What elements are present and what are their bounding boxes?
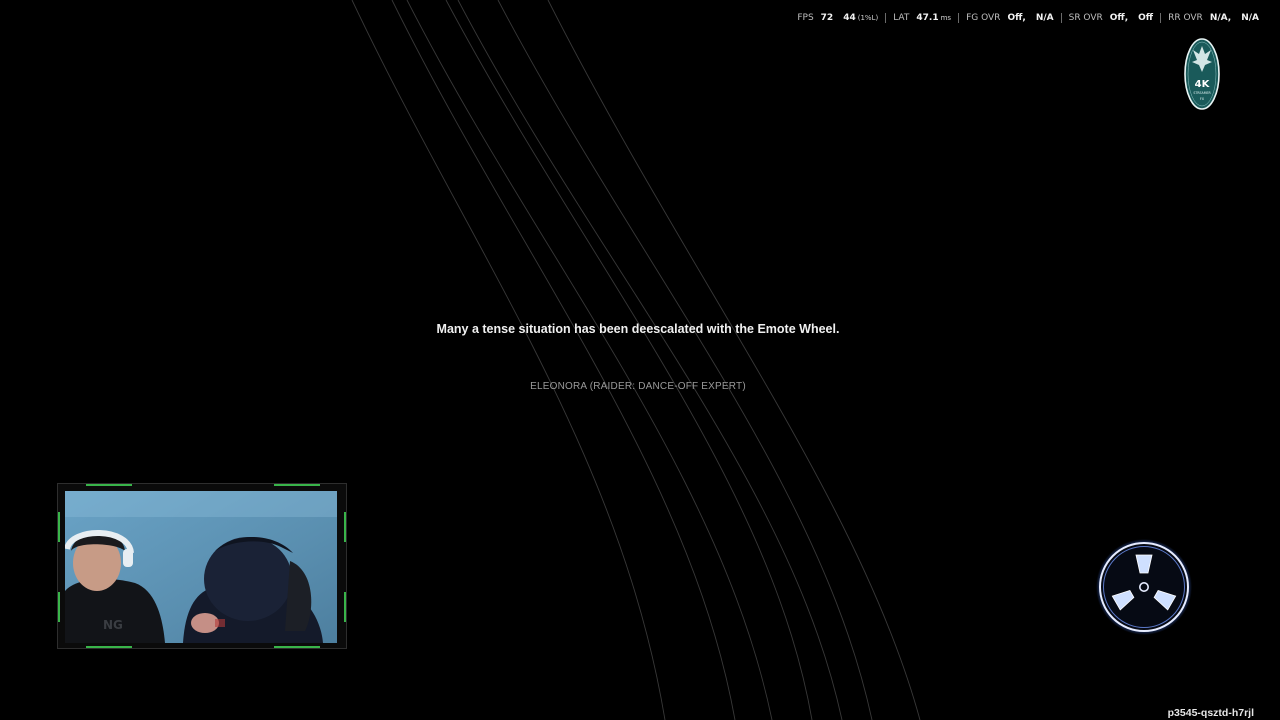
- shirt-text: NG: [103, 618, 123, 632]
- session-id: p3545-qsztd-h7rjl: [1167, 707, 1254, 719]
- frame-gen-readout: FG OVR Off, N/A: [958, 13, 1061, 23]
- webcam-frame-accent: [86, 646, 132, 648]
- webcam-frame-accent: [344, 592, 346, 622]
- latency-label: LAT: [893, 13, 910, 23]
- webcam-frame-accent: [274, 484, 320, 486]
- performance-overlay: FPS 72 44 (1%L) LAT 47.1 ms FG OVR Off, …: [790, 13, 1266, 23]
- frame-gen-label: FG OVR: [966, 13, 1001, 23]
- background-line: [406, 0, 773, 720]
- super-res-value-a: Off,: [1109, 13, 1129, 23]
- loading-tip: Many a tense situation has been deescala…: [436, 322, 840, 336]
- fps-value: 72: [820, 13, 834, 23]
- background-line: [391, 0, 736, 720]
- super-res-value-b: Off: [1138, 13, 1154, 23]
- streamer-badge-logo: 4K STREAMER FX: [1184, 38, 1220, 110]
- loading-tip-author: ELEONORA (RAIDER: DANCE-OFF EXPERT): [530, 381, 746, 392]
- webcam-frame-accent: [344, 512, 346, 542]
- super-res-label: SR OVR: [1068, 13, 1103, 23]
- webcam-frame-accent: [86, 484, 132, 486]
- super-res-readout: SR OVR Off, Off: [1060, 13, 1161, 23]
- ray-recon-readout: RR OVR N/A, N/A: [1160, 13, 1266, 23]
- fps-readout: FPS 72 44 (1%L): [790, 13, 885, 23]
- webcam-video: NG: [65, 491, 337, 643]
- webcam-frame-accent: [274, 646, 320, 648]
- badge-text-main: 4K: [1195, 79, 1211, 90]
- ray-recon-value-b: N/A: [1241, 13, 1259, 23]
- frame-gen-value-b: N/A: [1035, 13, 1054, 23]
- loading-spinner-icon: [1096, 539, 1192, 635]
- latency-unit: ms: [940, 14, 952, 22]
- background-line: [497, 0, 873, 720]
- webcam-frame-accent: [58, 512, 60, 542]
- ray-recon-value-a: N/A,: [1209, 13, 1232, 23]
- background-line: [547, 0, 921, 720]
- fps-low-value: 44: [843, 13, 856, 23]
- badge-text-sub: STREAMER: [1193, 91, 1211, 95]
- frame-gen-value-a: Off,: [1007, 13, 1026, 23]
- background-line: [457, 0, 843, 720]
- fps-low-label: (1%L): [857, 14, 879, 22]
- game-screen: FPS 72 44 (1%L) LAT 47.1 ms FG OVR Off, …: [0, 0, 1280, 720]
- latency-value: 47.1: [916, 13, 939, 23]
- badge-text-tiny: FX: [1200, 97, 1205, 101]
- webcam-overlay: NG: [57, 483, 347, 649]
- background-line: [445, 0, 813, 720]
- fps-label: FPS: [797, 13, 814, 23]
- webcam-frame-accent: [58, 592, 60, 622]
- ray-recon-label: RR OVR: [1168, 13, 1203, 23]
- latency-readout: LAT 47.1 ms: [885, 13, 958, 23]
